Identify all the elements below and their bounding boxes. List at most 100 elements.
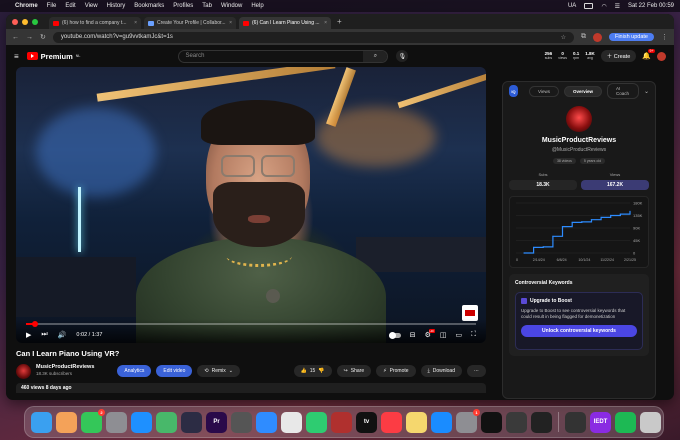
new-tab-button[interactable]: + — [337, 17, 342, 26]
browser-tab-3[interactable]: (6) Can I Learn Piano Using ... × — [239, 17, 331, 29]
spotify-icon[interactable] — [615, 411, 636, 433]
settings-gear-icon[interactable]: ⚙ HD — [425, 329, 435, 339]
menu-view[interactable]: View — [85, 3, 98, 9]
settings-icon[interactable]: 1 — [456, 408, 480, 433]
progress-bar[interactable] — [26, 321, 476, 327]
tab-overview[interactable]: Overview — [563, 85, 602, 97]
minimize-window-button[interactable] — [22, 18, 28, 25]
finder-icon[interactable] — [31, 411, 52, 433]
subtitles-icon[interactable]: ⊟ — [410, 331, 416, 339]
photo-booth-icon[interactable] — [331, 411, 352, 433]
analytics-button[interactable]: Analytics — [117, 365, 152, 377]
maps-icon[interactable] — [156, 411, 177, 433]
wifi-icon[interactable]: ◠ — [601, 3, 606, 10]
menu-bookmarks[interactable]: Bookmarks — [134, 3, 164, 9]
views-stat[interactable]: Views 167.2K — [581, 172, 649, 190]
theater-mode-icon[interactable]: ▭ — [455, 331, 462, 339]
reload-icon[interactable]: ↻ — [40, 33, 46, 41]
subs-stat[interactable]: Subs 18.3K — [509, 172, 577, 190]
menu-clock[interactable]: Sat 22 Feb 00:59 — [628, 3, 674, 9]
edit-video-button[interactable]: Edit video — [156, 365, 193, 377]
appletv-icon[interactable]: tv — [356, 411, 377, 433]
close-tab-icon[interactable]: × — [229, 20, 232, 26]
appstore-icon[interactable] — [431, 411, 452, 433]
autoplay-toggle[interactable] — [388, 331, 401, 339]
hamburger-menu-icon[interactable]: ≡ — [14, 52, 19, 61]
channel-name[interactable]: MusicProductReviews — [36, 364, 94, 371]
desk-left — [16, 257, 136, 317]
youtube-premium-logo[interactable]: Premium NL — [26, 52, 80, 61]
iedt-icon[interactable]: IEDT — [590, 411, 611, 433]
menu-tab[interactable]: Tab — [202, 3, 212, 9]
chrome-icon[interactable] — [281, 411, 302, 433]
description-box[interactable]: 460 views 8 days ago — [16, 383, 486, 393]
play-icon[interactable]: ▶ — [26, 331, 31, 339]
tab-ai-coach[interactable]: AI Coach — [607, 83, 639, 99]
finish-update-button[interactable]: Finish update — [608, 33, 654, 41]
more-actions-icon[interactable]: ⋯ — [467, 365, 486, 377]
promote-button[interactable]: ⚡ Promote — [376, 365, 416, 377]
thumbs-down-icon[interactable]: 👎 — [318, 368, 324, 374]
voice-search-icon[interactable]: 🎙 — [396, 50, 409, 62]
url-field[interactable]: youtube.com/watch?v=gu9vvtkamJc&t=1s ☆ — [52, 31, 574, 43]
remix-button[interactable]: ⟲ Remix ⌄ — [197, 365, 240, 377]
share-button[interactable]: ↪ Share — [336, 365, 372, 377]
views-chart[interactable]: 0 45K 90K 135K 180K 0 2/14/24 6/8/24 10/1/24 11/2… — [509, 196, 649, 268]
music-icon[interactable] — [381, 411, 402, 433]
chevron-down-icon[interactable]: ⌄ — [644, 88, 649, 95]
calculator-icon[interactable] — [565, 411, 586, 433]
profile-avatar[interactable] — [592, 32, 602, 42]
messages-icon[interactable]: 2 — [81, 408, 105, 433]
unlock-keywords-button[interactable]: Unlock controversial keywords — [521, 325, 637, 338]
like-button[interactable]: 👍 15 👎 — [293, 365, 332, 377]
input-source[interactable]: UA — [568, 3, 576, 9]
miniplayer-icon[interactable]: ◫ — [440, 331, 447, 339]
safari-icon[interactable] — [256, 411, 277, 433]
next-icon[interactable]: ⏭ — [41, 331, 47, 339]
midi-icon[interactable] — [531, 411, 552, 433]
notes-icon[interactable] — [406, 411, 427, 433]
mail-icon[interactable] — [131, 411, 152, 433]
menu-app-name[interactable]: Chrome — [15, 3, 38, 9]
browser-tab-2[interactable]: Create Your Profile | Collabor... × — [144, 17, 236, 29]
menu-window[interactable]: Window — [221, 3, 242, 9]
progress-scrubber[interactable] — [32, 321, 38, 327]
sonarworks-icon[interactable] — [506, 411, 527, 433]
close-window-button[interactable] — [12, 18, 18, 25]
forward-icon[interactable]: → — [26, 34, 33, 41]
capcut-icon[interactable] — [481, 411, 502, 433]
more-menu-icon[interactable]: ⋮ — [661, 33, 668, 41]
search-box[interactable]: Search ⌕ — [178, 49, 389, 63]
fullscreen-icon[interactable]: ⛶ — [471, 331, 476, 339]
trash-icon[interactable] — [640, 411, 661, 433]
tab-views[interactable]: Views — [529, 85, 559, 97]
notifications-bell-icon[interactable]: 🔔 9+ — [642, 49, 655, 60]
menu-help[interactable]: Help — [251, 3, 263, 9]
close-tab-icon[interactable]: × — [324, 20, 327, 26]
browser-tab-1[interactable]: (6) how to find a company t... × — [49, 17, 141, 29]
davinci-icon[interactable] — [181, 411, 202, 433]
facetime-icon[interactable] — [306, 411, 327, 433]
bookmark-star-icon[interactable]: ☆ — [561, 34, 566, 41]
menu-edit[interactable]: Edit — [65, 3, 75, 9]
battery-icon[interactable] — [584, 3, 594, 9]
menu-history[interactable]: History — [107, 3, 126, 9]
premiere-icon[interactable]: Pr — [206, 411, 227, 433]
photos-icon[interactable] — [56, 411, 77, 433]
volume-icon[interactable]: 🔊 — [58, 331, 67, 339]
close-tab-icon[interactable]: × — [134, 20, 137, 26]
create-button[interactable]: ＋ Create — [600, 50, 637, 62]
search-icon[interactable]: ⌕ — [363, 50, 388, 62]
logic-icon[interactable] — [231, 411, 252, 433]
channel-avatar[interactable] — [16, 363, 31, 379]
zoom-window-button[interactable] — [32, 18, 38, 25]
control-center-icon[interactable]: ☰ — [615, 3, 620, 10]
launchpad-icon[interactable] — [106, 411, 127, 433]
menu-file[interactable]: File — [47, 3, 57, 9]
extensions-icon[interactable]: ⧉ — [581, 33, 586, 41]
account-avatar[interactable] — [657, 51, 666, 61]
back-icon[interactable]: ← — [12, 34, 19, 41]
download-button[interactable]: ⤓ Download — [420, 365, 462, 377]
video-player[interactable]: ▶ ⏭ 🔊 0:02 / 1:37 ⊟ ⚙ HD ◫ ▭ ⛶ — [16, 67, 486, 343]
menu-profiles[interactable]: Profiles — [173, 3, 193, 9]
